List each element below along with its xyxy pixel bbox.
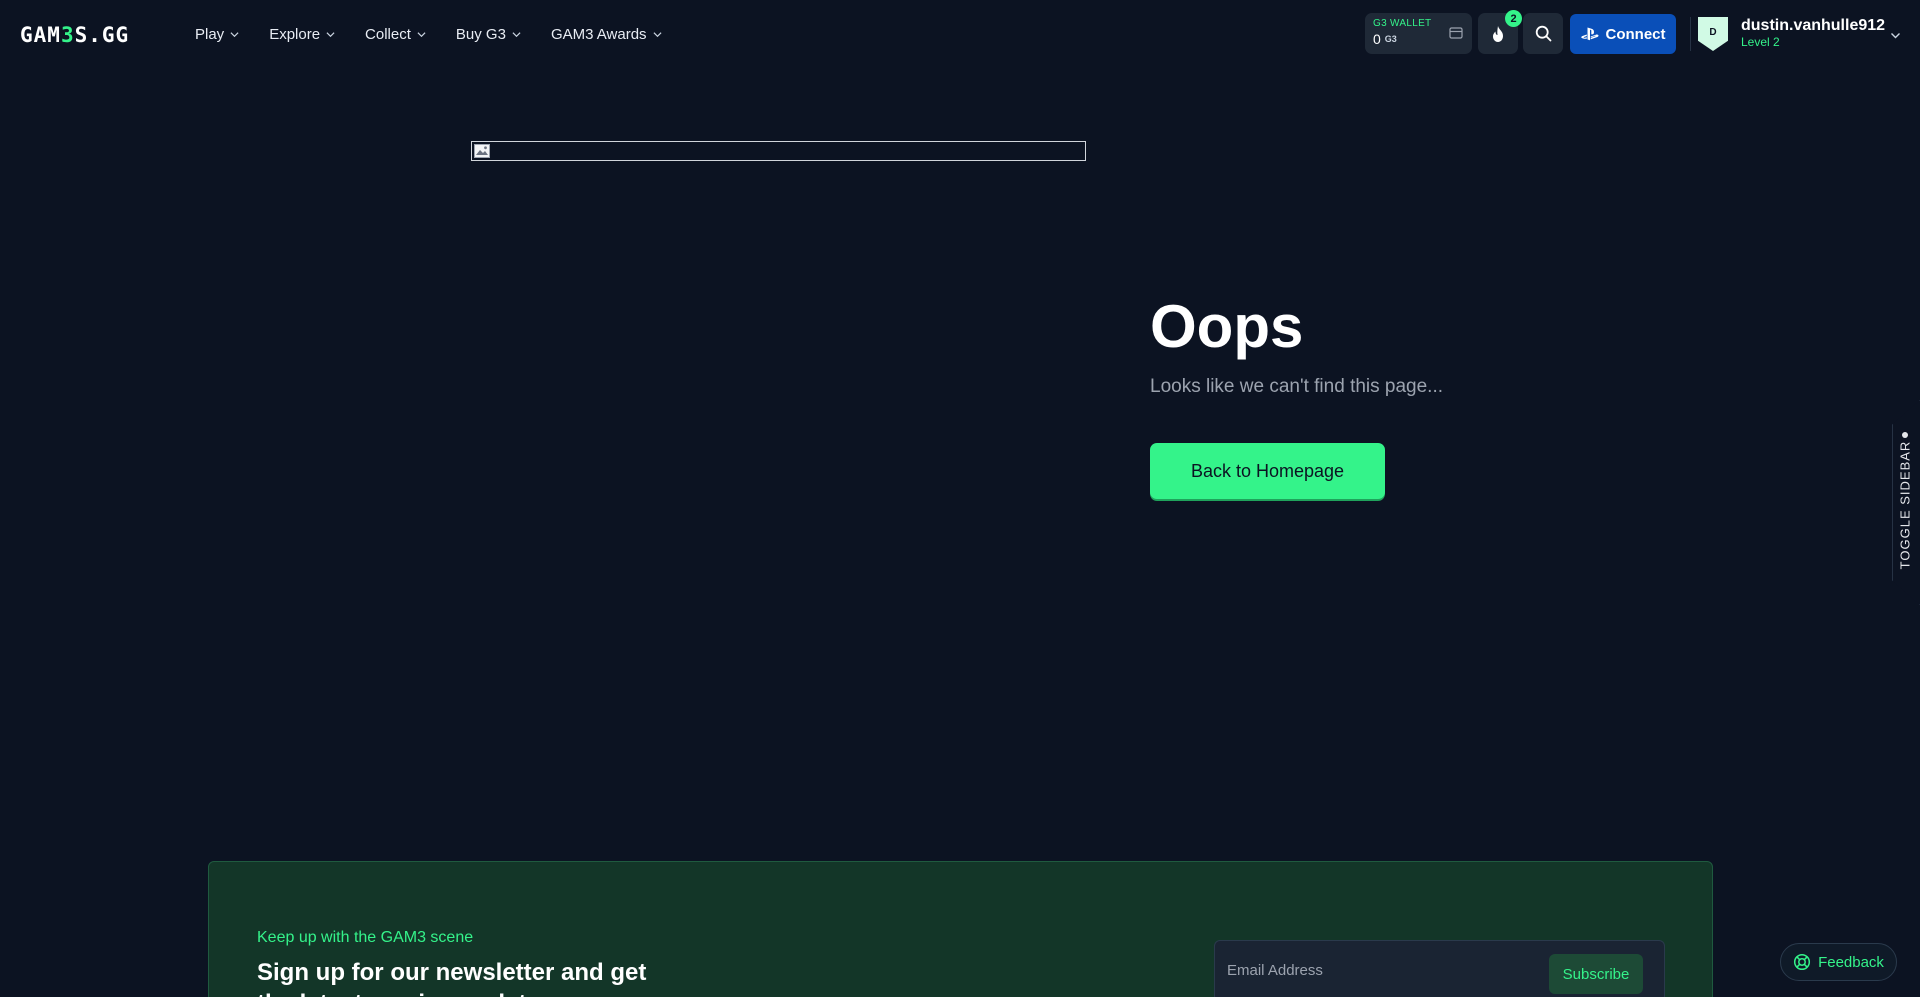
email-field[interactable]: [1227, 955, 1537, 985]
connect-playstation-button[interactable]: Connect: [1570, 14, 1676, 54]
lifebuoy-icon: [1794, 953, 1811, 971]
avatar-initial: D: [1709, 26, 1717, 38]
search-icon: [1535, 25, 1551, 42]
broken-404-image: [471, 141, 1086, 161]
streak-count-badge: 2: [1505, 10, 1522, 27]
chevron-down-icon[interactable]: [1890, 30, 1901, 41]
logo-text-1: GAM: [20, 23, 61, 47]
g3-wallet[interactable]: G3 WALLET 0 G3: [1365, 13, 1472, 54]
chevron-down-icon: [512, 31, 521, 37]
nav-gam3-awards[interactable]: GAM3 Awards: [551, 26, 662, 43]
feedback-label: Feedback: [1818, 953, 1884, 971]
nav-collect[interactable]: Collect: [365, 26, 426, 43]
site-logo[interactable]: GAM3S.GG: [20, 23, 129, 47]
nav-play[interactable]: Play: [195, 26, 239, 43]
nav-buy-g3[interactable]: Buy G3: [456, 26, 521, 43]
user-level: Level 2: [1741, 35, 1780, 49]
toggle-sidebar-label[interactable]: TOGGLE SIDEBAR: [1898, 441, 1913, 570]
user-name[interactable]: dustin.vanhulle912: [1741, 17, 1885, 35]
back-to-homepage-button[interactable]: Back to Homepage: [1150, 443, 1385, 499]
wallet-card-icon: [1449, 27, 1463, 39]
streak-button[interactable]: 2: [1478, 10, 1522, 54]
nav-explore[interactable]: Explore: [269, 26, 335, 43]
nav-buy-g3-label: Buy G3: [455, 25, 506, 43]
playstation-icon: [1580, 27, 1598, 41]
flame-icon: [1493, 25, 1503, 42]
nav-gam3-awards-label: GAM3 Awards: [550, 25, 647, 43]
logo-text-accent: 3: [60, 23, 75, 47]
chevron-down-icon: [230, 31, 239, 37]
nav-collect-label: Collect: [365, 25, 411, 43]
header-divider: [1690, 17, 1691, 51]
avatar[interactable]: D: [1698, 17, 1728, 51]
newsletter-form: Subscribe: [1214, 940, 1665, 997]
g3-token-icon: G3: [1384, 34, 1397, 44]
wallet-amount: 0: [1373, 31, 1381, 47]
main-nav: Play Explore Collect Buy G3 GAM3 Awards: [195, 0, 662, 68]
newsletter-section: Keep up with the GAM3 scene Sign up for …: [208, 861, 1713, 997]
page-subtitle: Looks like we can't find this page...: [1150, 376, 1444, 397]
chevron-down-icon: [653, 31, 662, 37]
page-title: Oops: [1150, 293, 1304, 360]
newsletter-heading: Sign up for our newsletter and get the l…: [257, 959, 647, 997]
search-button[interactable]: [1523, 13, 1563, 54]
top-header: GAM3S.GG Play Explore Collect Buy G3 GAM…: [0, 0, 1920, 68]
chevron-down-icon: [326, 31, 335, 37]
chevron-down-icon: [417, 31, 426, 37]
toggle-dot-icon: [1902, 432, 1908, 438]
connect-label: Connect: [1605, 25, 1666, 43]
logo-text-2: S.GG: [74, 23, 130, 47]
subscribe-button[interactable]: Subscribe: [1549, 954, 1643, 994]
nav-explore-label: Explore: [269, 25, 321, 43]
newsletter-kicker: Keep up with the GAM3 scene: [257, 929, 474, 946]
nav-play-label: Play: [195, 25, 225, 43]
broken-image-icon: [474, 144, 490, 158]
feedback-button[interactable]: Feedback: [1780, 943, 1897, 981]
